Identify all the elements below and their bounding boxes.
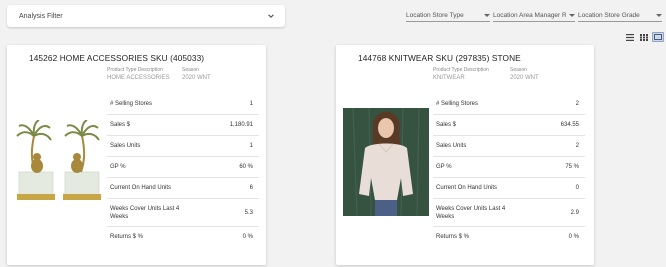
product-type-label: Product Type Description [107,67,163,73]
metric-value: 0 % [242,234,253,240]
location-area-manager-dropdown[interactable]: Location Area Manager Re... [493,10,575,22]
analysis-filter-panel[interactable]: Analysis Filter [7,5,285,27]
metric-label: # Selling Stores [436,100,479,107]
metric-label: Returns $ % [436,234,470,240]
metric-value: 1 [249,143,253,149]
season-label: Season [510,67,527,73]
grid-view-icon[interactable] [638,32,650,42]
metric-row: Sales Units 1 [107,135,259,156]
metrics-table: # Selling Stores 2 Sales $ 634.55 Sales Un… [433,93,585,247]
metric-value: 2 [575,100,579,107]
product-type-value: KNITWEAR [433,75,465,81]
season-value: 2020 WNT [510,75,539,81]
product-type-label: Product Type Description [433,67,489,73]
list-view-icon[interactable] [624,32,636,42]
metric-value: 75 % [565,164,579,170]
metric-row: Returns $ % 0 % [433,226,585,247]
metric-value: 6 [249,185,253,191]
location-store-type-dropdown[interactable]: Location Store Type [406,10,490,22]
metric-value: 1,180.91 [229,122,253,128]
metric-label: Returns $ % [110,234,144,240]
product-card[interactable]: 145262 HOME ACCESSORIES SKU (405033) Pro… [7,45,266,265]
metric-value: 60 % [239,164,253,170]
metric-label: Sales $ [436,122,457,128]
caret-down-icon [569,14,575,17]
metric-row: GP % 75 % [433,156,585,177]
dropdown-label: Location Store Grade [578,12,640,19]
metric-row: Sales $ 634.55 [433,114,585,135]
metric-row: # Selling Stores 1 [107,93,259,114]
metric-row: GP % 60 % [107,156,259,177]
season-meta: Season 2020 WNT [182,67,211,81]
product-image [16,120,101,200]
metric-label: GP % [110,164,126,170]
metric-value: 2.9 [570,209,579,216]
season-meta: Season 2020 WNT [510,67,539,81]
metric-label: Weeks Cover Units Last 4 Weeks [436,205,506,220]
product-type-value: HOME ACCESSORIES [107,75,170,81]
season-value: 2020 WNT [182,75,211,81]
metric-label: Sales Units [436,143,467,149]
metric-row: Current On Hand Units 6 [107,177,259,198]
metric-value: 0 [575,185,579,191]
metric-label: GP % [436,164,452,170]
metric-row: Weeks Cover Units Last 4 Weeks 5.3 [107,198,259,226]
metric-label: Sales Units [110,143,141,149]
product-title: 145262 HOME ACCESSORIES SKU (405033) [29,53,205,63]
metric-row: Returns $ % 0 % [107,226,259,247]
location-store-grade-dropdown[interactable]: Location Store Grade [578,10,662,22]
caret-down-icon [656,14,662,17]
product-title: 144768 KNITWEAR SKU (297835) STONE [358,53,521,63]
caret-down-icon [484,14,490,17]
metric-row: Current On Hand Units 0 [433,177,585,198]
metric-row: Sales Units 2 [433,135,585,156]
card-view-icon[interactable] [652,32,664,42]
metric-row: Weeks Cover Units Last 4 Weeks 2.9 [433,198,585,226]
metric-label: Current On Hand Units [110,185,172,191]
metric-value: 5.3 [244,209,253,216]
metric-row: Sales $ 1,180.91 [107,114,259,135]
metric-value: 2 [575,143,579,149]
analysis-filter-label: Analysis Filter [19,12,63,20]
dropdown-label: Location Area Manager Re... [493,12,566,19]
metric-value: 634.55 [560,122,579,128]
view-toggle-group [624,32,664,42]
product-type-meta: Product Type Description KNITWEAR [433,67,489,81]
product-image [343,108,429,216]
metric-value: 0 % [568,234,579,240]
chevron-down-icon[interactable] [267,12,275,20]
metric-label: # Selling Stores [110,100,153,107]
dropdown-label: Location Store Type [406,12,464,19]
metric-row: # Selling Stores 2 [433,93,585,114]
metrics-table: # Selling Stores 1 Sales $ 1,180.91 Sales … [107,93,259,247]
product-type-meta: Product Type Description HOME ACCESSORIE… [107,67,170,81]
metric-label: Sales $ [110,122,131,128]
metric-label: Weeks Cover Units Last 4 Weeks [110,205,180,220]
product-card[interactable]: 144768 KNITWEAR SKU (297835) STONE Produ… [336,45,594,265]
season-label: Season [182,67,199,73]
metric-value: 1 [249,100,253,107]
metric-label: Current On Hand Units [436,185,498,191]
